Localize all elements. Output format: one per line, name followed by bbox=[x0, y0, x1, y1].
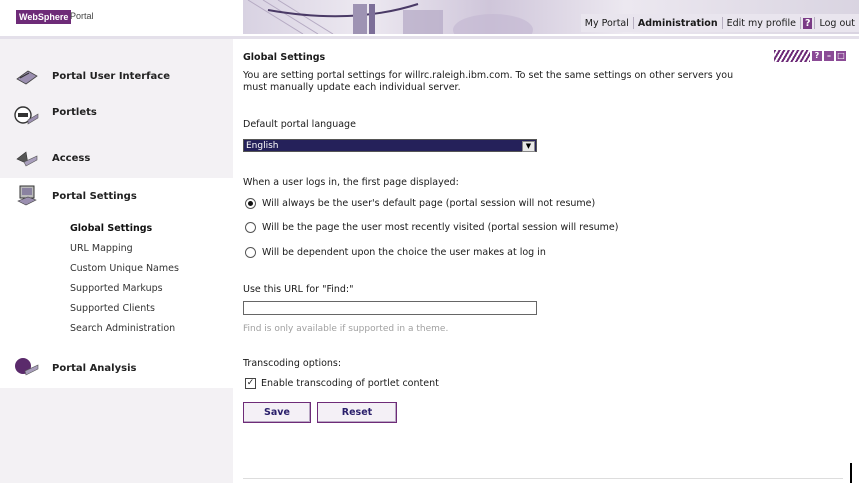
subnav-supported-clients[interactable]: Supported Clients bbox=[70, 303, 155, 314]
top-bar: WebSphere Portal My Portal Administratio… bbox=[0, 0, 859, 39]
footer-divider bbox=[243, 478, 843, 479]
nav-label: Portal Settings bbox=[52, 191, 137, 202]
radio-label: Will always be the user's default page (… bbox=[262, 198, 596, 209]
find-hint: Find is only available if supported in a… bbox=[243, 324, 449, 334]
nav-administration[interactable]: Administration bbox=[634, 18, 722, 29]
nav-portal-user-interface[interactable]: Portal User Interface bbox=[0, 59, 233, 95]
radio-button[interactable] bbox=[245, 198, 256, 209]
help-icon[interactable]: ? bbox=[812, 51, 822, 61]
nav-separator bbox=[799, 17, 801, 29]
checkbox-checked-icon[interactable]: ✓ bbox=[245, 378, 256, 389]
radio-user-choice[interactable]: Will be dependent upon the choice the us… bbox=[245, 247, 546, 258]
key-icon bbox=[16, 151, 38, 167]
logo-product: Portal bbox=[70, 11, 94, 21]
checkbox-label: Enable transcoding of portlet content bbox=[261, 378, 439, 389]
banner-graphic: My Portal Administration Edit my profile… bbox=[243, 0, 859, 34]
minimize-icon[interactable]: – bbox=[824, 51, 834, 61]
nav-portlets[interactable]: Portlets bbox=[0, 99, 233, 135]
transcoding-label: Transcoding options: bbox=[243, 358, 342, 369]
nav-label: Access bbox=[52, 153, 91, 164]
find-url-input[interactable] bbox=[243, 301, 537, 315]
radio-button[interactable] bbox=[245, 247, 256, 258]
nav-label: Portlets bbox=[52, 107, 97, 118]
page-title: Global Settings bbox=[243, 52, 326, 63]
subnav-custom-unique-names[interactable]: Custom Unique Names bbox=[70, 263, 179, 274]
radio-label: Will be the page the user most recently … bbox=[262, 222, 619, 233]
window-edge bbox=[850, 463, 852, 483]
subnav-supported-markups[interactable]: Supported Markups bbox=[70, 283, 163, 294]
portlet-icon bbox=[14, 106, 39, 125]
nav-portal-analysis[interactable]: Portal Analysis bbox=[0, 351, 233, 387]
subnav-url-mapping[interactable]: URL Mapping bbox=[70, 243, 133, 254]
maximize-icon[interactable]: □ bbox=[836, 51, 846, 61]
radio-button[interactable] bbox=[245, 222, 256, 233]
radio-label: Will be dependent upon the choice the us… bbox=[262, 247, 546, 258]
subnav-search-administration[interactable]: Search Administration bbox=[70, 323, 175, 334]
nav-label: Portal Analysis bbox=[52, 363, 137, 374]
logo-brand: WebSphere bbox=[16, 10, 72, 24]
nav-log-out[interactable]: Log out bbox=[815, 18, 859, 29]
intro-text-line1: You are setting portal settings for will… bbox=[243, 70, 734, 81]
intro-text-line2: must manually update each individual ser… bbox=[243, 82, 461, 93]
nav-my-portal[interactable]: My Portal bbox=[581, 18, 633, 29]
settings-icon bbox=[17, 185, 37, 206]
nav-edit-profile[interactable]: Edit my profile bbox=[723, 18, 800, 29]
top-nav: My Portal Administration Edit my profile… bbox=[580, 14, 859, 32]
help-icon[interactable]: ? bbox=[802, 17, 813, 29]
save-button[interactable]: Save bbox=[243, 402, 311, 423]
analysis-icon bbox=[15, 358, 39, 376]
reset-button[interactable]: Reset bbox=[317, 402, 397, 423]
radio-last-visited-page[interactable]: Will be the page the user most recently … bbox=[245, 222, 618, 233]
language-label: Default portal language bbox=[243, 119, 356, 130]
find-url-label: Use this URL for "Find:" bbox=[243, 284, 354, 295]
login-page-label: When a user logs in, the first page disp… bbox=[243, 177, 459, 188]
nav-portal-settings[interactable]: Portal Settings bbox=[0, 179, 233, 215]
websphere-logo: WebSphere Portal bbox=[8, 5, 226, 31]
portlet-controls: ? – □ bbox=[774, 50, 846, 62]
subnav-global-settings[interactable]: Global Settings bbox=[70, 223, 152, 234]
palette-icon bbox=[16, 70, 38, 85]
nav-access[interactable]: Access bbox=[0, 141, 233, 177]
nav-label: Portal User Interface bbox=[52, 71, 170, 82]
transcoding-option[interactable]: ✓ Enable transcoding of portlet content bbox=[245, 378, 439, 389]
chevron-down-icon[interactable]: ▼ bbox=[522, 141, 535, 152]
language-selected-value: English bbox=[246, 141, 279, 151]
language-select[interactable]: English ▼ bbox=[243, 139, 537, 152]
sidebar: Portal User Interface Portlets Access Po… bbox=[0, 39, 233, 483]
radio-default-page[interactable]: Will always be the user's default page (… bbox=[245, 198, 595, 209]
portlet-title-decoration bbox=[774, 50, 810, 62]
